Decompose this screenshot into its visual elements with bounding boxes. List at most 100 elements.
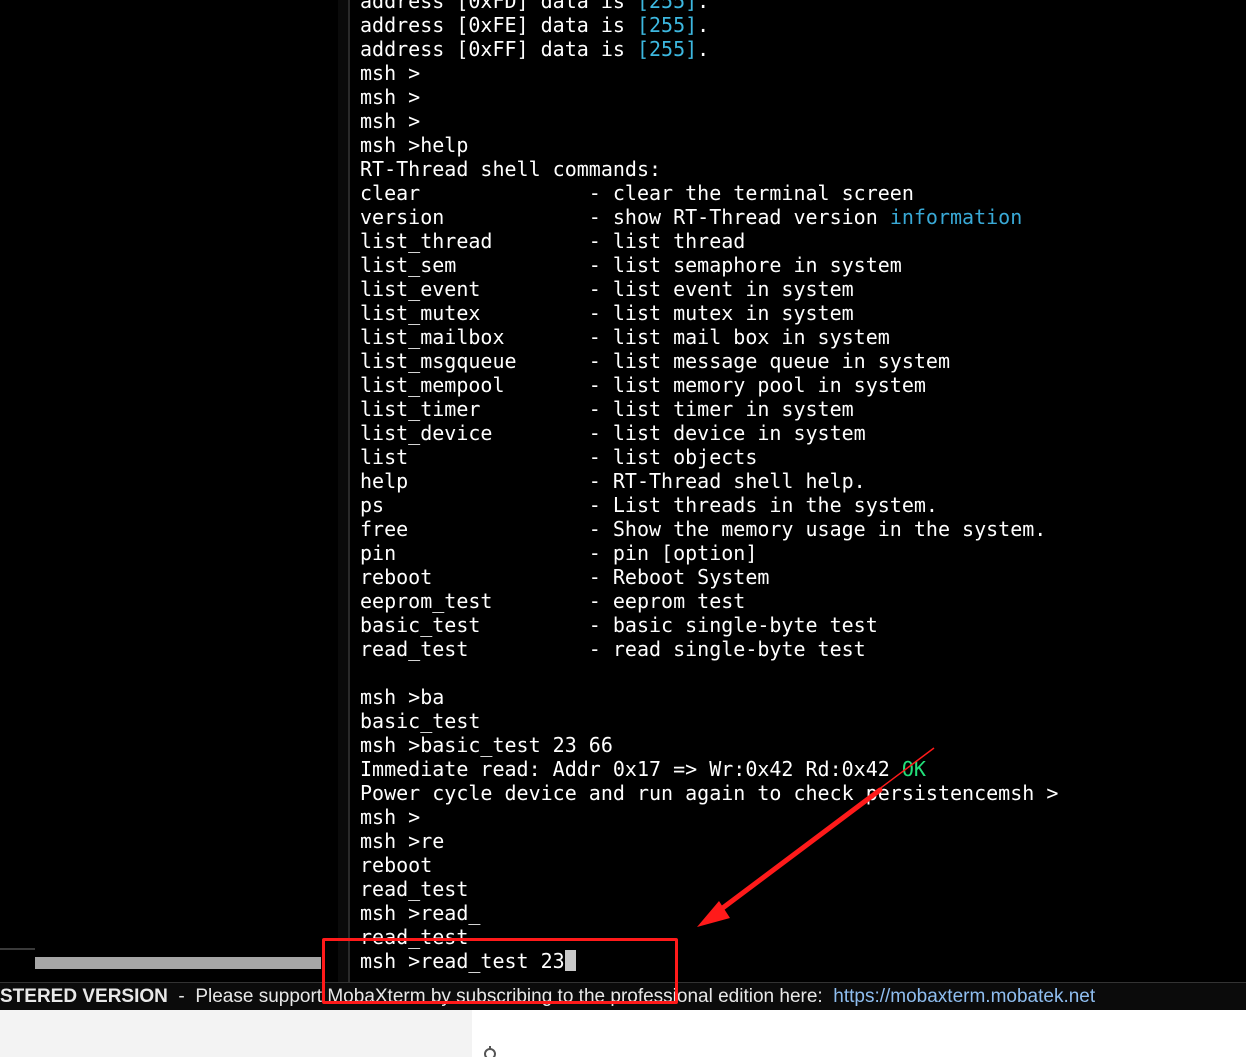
terminal-line: basic_test bbox=[360, 709, 1240, 733]
highlighted-text: [255] bbox=[636, 13, 698, 37]
terminal-text: free - Show the memory usage in the syst… bbox=[360, 517, 1047, 541]
terminal-line: reboot bbox=[360, 853, 1240, 877]
terminal-line: address [0xFF] data is [255]. bbox=[360, 37, 1240, 61]
terminal-line: list_event - list event in system bbox=[360, 277, 1240, 301]
terminal-line: msh > bbox=[360, 85, 1240, 109]
terminal-text: msh >basic_test 23 66 bbox=[360, 733, 613, 757]
mobaxterm-link[interactable]: https://mobaxterm.mobatek.net bbox=[833, 986, 1095, 1007]
terminal-text: basic_test - basic single-byte test bbox=[360, 613, 878, 637]
terminal-line: msh >read_ bbox=[360, 901, 1240, 925]
terminal-line: msh > bbox=[360, 805, 1240, 829]
terminal-line: clear - clear the terminal screen bbox=[360, 181, 1240, 205]
terminal-line: free - Show the memory usage in the syst… bbox=[360, 517, 1240, 541]
terminal-text: list_timer - list timer in system bbox=[360, 397, 854, 421]
terminal-text: reboot bbox=[360, 853, 433, 877]
terminal-line: list_mempool - list memory pool in syste… bbox=[360, 373, 1240, 397]
terminal-text: read_test - read single-byte test bbox=[360, 637, 866, 661]
terminal-line: msh >re bbox=[360, 829, 1240, 853]
terminal-line: read_test - read single-byte test bbox=[360, 637, 1240, 661]
terminal-line: Power cycle device and run again to chec… bbox=[360, 781, 1240, 805]
terminal-line: msh >basic_test 23 66 bbox=[360, 733, 1240, 757]
terminal-line: msh > bbox=[360, 61, 1240, 85]
terminal-line: list_device - list device in system bbox=[360, 421, 1240, 445]
pane-splitter[interactable] bbox=[338, 0, 350, 982]
terminal-line: read_test bbox=[360, 925, 1240, 949]
terminal-line: address [0xFD] data is [255]. bbox=[360, 0, 1240, 13]
terminal-text: address [0xFE] data is bbox=[360, 13, 637, 37]
highlighted-text: [255] bbox=[636, 0, 698, 13]
terminal-line: list_timer - list timer in system bbox=[360, 397, 1240, 421]
terminal-line: eeprom_test - eeprom test bbox=[360, 589, 1240, 613]
terminal-line: list_thread - list thread bbox=[360, 229, 1240, 253]
terminal-line: address [0xFE] data is [255]. bbox=[360, 13, 1240, 37]
terminal-text: Power cycle device and run again to chec… bbox=[360, 781, 1059, 805]
terminal-text: . bbox=[697, 0, 710, 13]
status-separator: - bbox=[167, 986, 196, 1007]
terminal-text: address [0xFD] data is bbox=[360, 0, 637, 13]
terminal-output[interactable]: address [0xFD] data is [255]. address [0x… bbox=[360, 0, 1240, 982]
scrollbar-thumb[interactable] bbox=[35, 957, 321, 969]
terminal-text: list_sem - list semaphore in system bbox=[360, 253, 902, 277]
terminal-line: read_test bbox=[360, 877, 1240, 901]
terminal-text: list_msgqueue - list message queue in sy… bbox=[360, 349, 951, 373]
terminal-text: eeprom_test - eeprom test bbox=[360, 589, 746, 613]
terminal-text: list - list objects bbox=[360, 445, 758, 469]
mobaxterm-window: address [0xFD] data is [255]. address [0x… bbox=[0, 0, 1246, 1057]
terminal-text: address [0xFF] data is bbox=[360, 37, 637, 61]
terminal-text: msh >read_ bbox=[360, 901, 481, 925]
terminal-line: list_msgqueue - list message queue in sy… bbox=[360, 349, 1240, 373]
terminal-text: msh >read_test 23 bbox=[360, 949, 565, 973]
terminal-line: msh > bbox=[360, 109, 1240, 133]
terminal-line: reboot - Reboot System bbox=[360, 565, 1240, 589]
terminal-text: pin - pin [option] bbox=[360, 541, 758, 565]
terminal-line: pin - pin [option] bbox=[360, 541, 1240, 565]
terminal-text: Immediate read: Addr 0x17 => Wr:0x42 Rd:… bbox=[360, 757, 902, 781]
terminal-line: list_mailbox - list mail box in system bbox=[360, 325, 1240, 349]
terminal-text: msh >help bbox=[360, 133, 469, 157]
terminal-text: read_test bbox=[360, 925, 469, 949]
terminal-line: basic_test - basic single-byte test bbox=[360, 613, 1240, 637]
terminal-text: list_device - list device in system bbox=[360, 421, 866, 445]
terminal-text: . bbox=[697, 13, 710, 37]
terminal-line: Immediate read: Addr 0x17 => Wr:0x42 Rd:… bbox=[360, 757, 1240, 781]
terminal-text: msh >re bbox=[360, 829, 445, 853]
terminal-text: list_thread - list thread bbox=[360, 229, 746, 253]
terminal-text: list_mutex - list mutex in system bbox=[360, 301, 854, 325]
terminal-text: msh >ba bbox=[360, 685, 445, 709]
terminal-line: help - RT-Thread shell help. bbox=[360, 469, 1240, 493]
terminal-text: msh > bbox=[360, 61, 421, 85]
terminal-text: list_mempool - list memory pool in syste… bbox=[360, 373, 926, 397]
highlighted-text: OK bbox=[901, 757, 926, 781]
terminal-text: list_event - list event in system bbox=[360, 277, 854, 301]
registration-label: STERED VERSION bbox=[0, 986, 168, 1007]
terminal-text: version - show RT-Thread version bbox=[360, 205, 890, 229]
sidebar-pane bbox=[0, 0, 338, 982]
highlighted-text: information bbox=[889, 205, 1023, 229]
terminal-line: msh >help bbox=[360, 133, 1240, 157]
terminal-line: list_mutex - list mutex in system bbox=[360, 301, 1240, 325]
terminal-text: msh > bbox=[360, 805, 421, 829]
terminal-line: list - list objects bbox=[360, 445, 1240, 469]
terminal-line: msh >ba bbox=[360, 685, 1240, 709]
status-bar: STERED VERSION - Please support MobaXter… bbox=[0, 982, 1246, 1011]
text-cursor bbox=[564, 950, 576, 971]
terminal-line: ps - List threads in the system. bbox=[360, 493, 1240, 517]
terminal-text: RT-Thread shell commands: bbox=[360, 157, 662, 181]
terminal-text: read_test bbox=[360, 877, 469, 901]
bottom-left-panel bbox=[0, 1010, 472, 1057]
terminal-text: msh > bbox=[360, 85, 421, 109]
terminal-line: list_sem - list semaphore in system bbox=[360, 253, 1240, 277]
terminal-text: msh > bbox=[360, 109, 421, 133]
terminal-text: . bbox=[697, 37, 710, 61]
highlighted-text: [255] bbox=[636, 37, 698, 61]
support-message: Please support MobaXterm by subscribing … bbox=[195, 986, 834, 1007]
terminal-text: clear - clear the terminal screen bbox=[360, 181, 914, 205]
gear-icon[interactable] bbox=[481, 1045, 499, 1057]
scrollbar-edge bbox=[0, 948, 35, 950]
terminal-line: msh >read_test 23 bbox=[360, 949, 1240, 973]
terminal-text: ps - List threads in the system. bbox=[360, 493, 938, 517]
terminal-text: list_mailbox - list mail box in system bbox=[360, 325, 890, 349]
terminal-text: basic_test bbox=[360, 709, 481, 733]
terminal-text: reboot - Reboot System bbox=[360, 565, 770, 589]
